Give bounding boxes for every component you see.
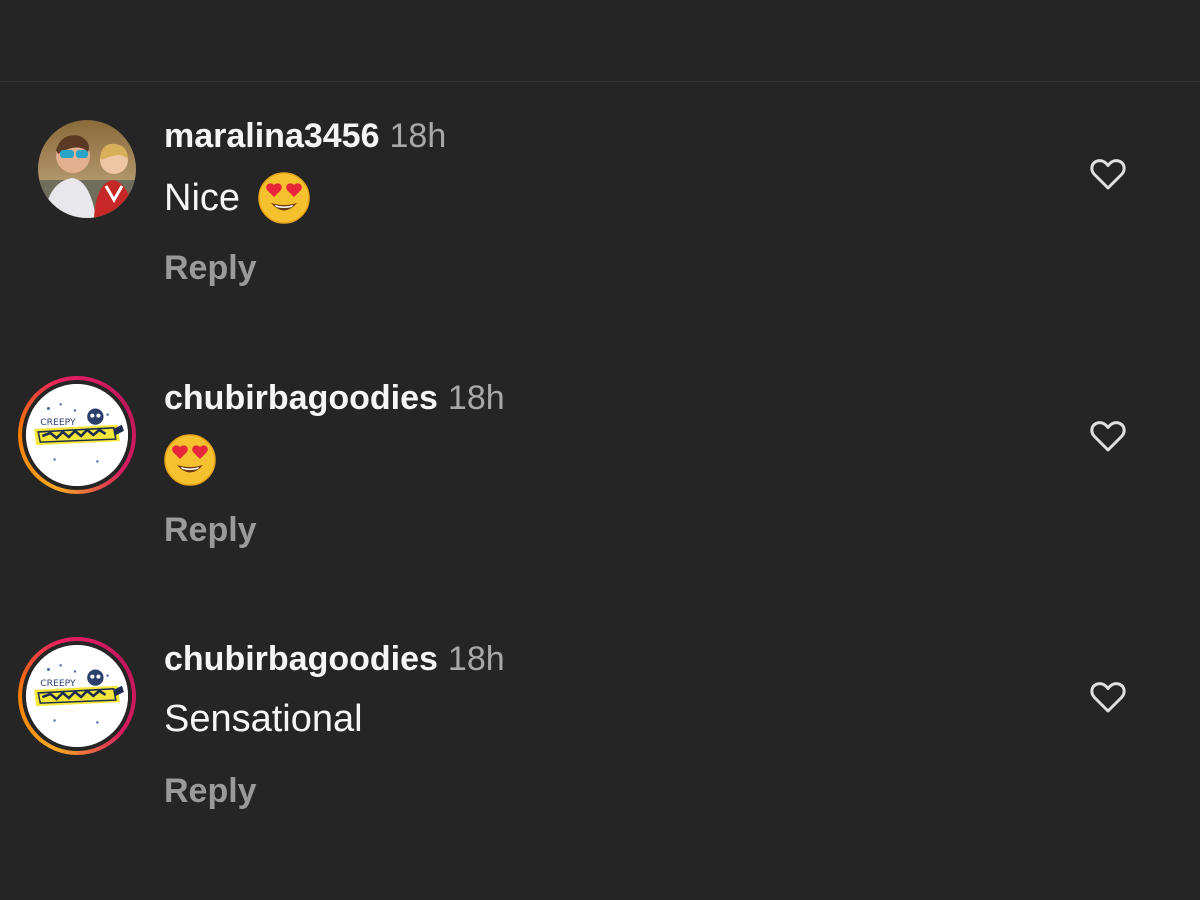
comment-text-label: Sensational bbox=[164, 698, 363, 740]
avatar[interactable]: CREEPY bbox=[18, 637, 136, 755]
timestamp: 18h bbox=[389, 117, 447, 155]
comment-text: Sensational bbox=[164, 695, 363, 743]
avatar-photo-image bbox=[38, 120, 136, 218]
comment-text-label: Nice bbox=[164, 177, 241, 219]
username-link[interactable]: chubirbagoodies bbox=[164, 379, 438, 417]
username-link[interactable]: maralina3456 bbox=[164, 117, 380, 155]
comment-text bbox=[164, 434, 216, 486]
comment-item: maralina3456 18h Nice Reply bbox=[0, 102, 1200, 302]
comment-text: Nice bbox=[164, 172, 310, 224]
heart-eyes-emoji-icon bbox=[164, 434, 216, 486]
brand-logo-image: CREEPY bbox=[26, 384, 128, 486]
svg-text:CREEPY: CREEPY bbox=[40, 678, 76, 689]
brand-logo-image: CREEPY bbox=[26, 645, 128, 747]
comment-header: maralina3456 18h bbox=[164, 116, 446, 156]
svg-text:CREEPY: CREEPY bbox=[40, 417, 76, 428]
comment-header: chubirbagoodies 18h bbox=[164, 378, 505, 418]
reply-button[interactable]: Reply bbox=[164, 510, 257, 550]
heart-eyes-emoji-icon bbox=[258, 172, 310, 224]
timestamp: 18h bbox=[447, 379, 505, 417]
comment-item: CREEPY chubirbagoodies 18h Sensational Re… bbox=[0, 625, 1200, 825]
avatar[interactable] bbox=[38, 120, 136, 218]
reply-button[interactable]: Reply bbox=[164, 248, 257, 288]
reply-button[interactable]: Reply bbox=[164, 771, 257, 811]
comment-item: CREEPY chubirbagoodies 18h Reply bbox=[0, 364, 1200, 564]
like-heart-icon[interactable] bbox=[1088, 154, 1128, 194]
avatar[interactable]: CREEPY bbox=[18, 376, 136, 494]
top-bar bbox=[0, 0, 1200, 82]
timestamp: 18h bbox=[447, 640, 505, 678]
username-link[interactable]: chubirbagoodies bbox=[164, 640, 438, 678]
like-heart-icon[interactable] bbox=[1088, 677, 1128, 717]
like-heart-icon[interactable] bbox=[1088, 416, 1128, 456]
comment-header: chubirbagoodies 18h bbox=[164, 639, 505, 679]
